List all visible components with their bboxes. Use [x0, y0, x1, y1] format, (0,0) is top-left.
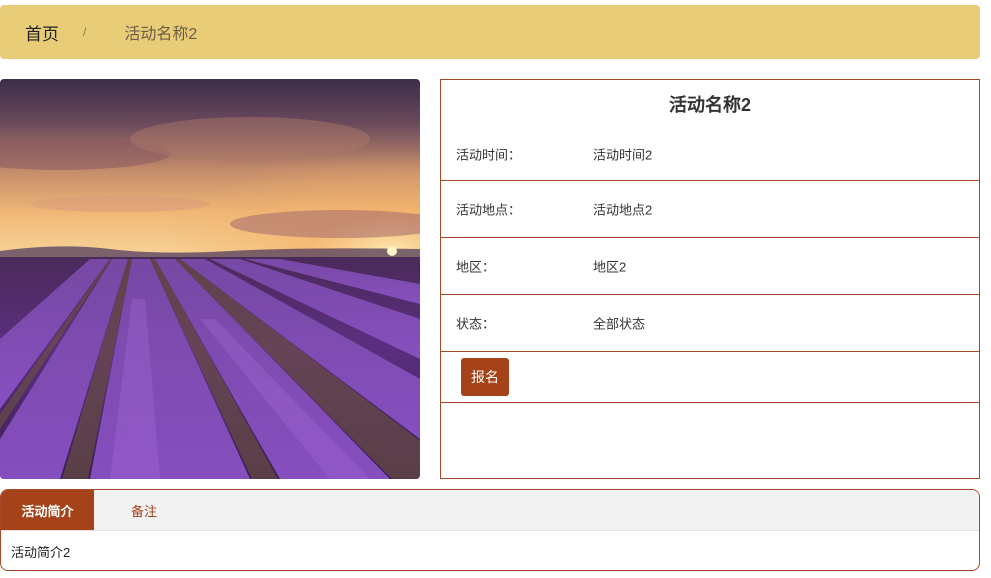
- location-value: 活动地点2: [593, 202, 653, 218]
- tab-notes[interactable]: 备注: [94, 490, 194, 530]
- detail-row-location: 活动地点： 活动地点2: [441, 181, 979, 238]
- breadcrumb-current: 活动名称2: [124, 26, 198, 43]
- detail-action-row: 报名: [441, 352, 979, 403]
- activity-title: 活动名称2: [668, 95, 751, 115]
- tab-introduction[interactable]: 活动简介: [1, 490, 94, 530]
- tabs-panel: 活动简介 备注 活动简介2: [0, 489, 980, 571]
- detail-row-time: 活动时间： 活动时间2: [441, 128, 979, 181]
- region-label: 地区：: [456, 259, 496, 275]
- activity-image: [0, 79, 420, 479]
- breadcrumb-separator: /: [83, 25, 87, 39]
- region-value: 地区2: [593, 259, 627, 275]
- signup-button[interactable]: 报名: [461, 358, 509, 396]
- status-label: 状态：: [456, 316, 496, 332]
- tab-bar: 活动简介 备注: [1, 490, 979, 531]
- detail-row-region: 地区： 地区2: [441, 238, 979, 295]
- breadcrumb: 首页 / 活动名称2: [0, 5, 980, 59]
- activity-detail-panel: 活动名称2 活动时间： 活动时间2 活动地点： 活动地点2 地区： 地区2 状态…: [440, 79, 980, 479]
- detail-row-status: 状态： 全部状态: [441, 295, 979, 352]
- location-label: 活动地点：: [456, 202, 522, 218]
- status-value: 全部状态: [593, 316, 646, 332]
- time-label: 活动时间：: [456, 147, 522, 163]
- time-value: 活动时间2: [593, 147, 653, 163]
- breadcrumb-home-link[interactable]: 首页: [25, 20, 59, 45]
- tab-content: 活动简介2: [11, 544, 71, 560]
